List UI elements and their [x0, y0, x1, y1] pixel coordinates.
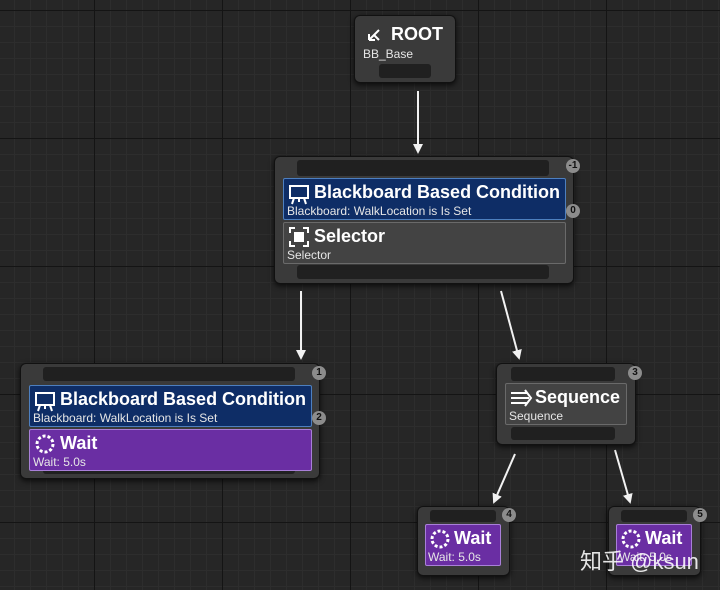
task-title: Wait: [60, 433, 98, 453]
root-node[interactable]: ROOT BB_Base: [354, 15, 456, 83]
decorator-title: Blackboard Based Condition: [60, 389, 307, 409]
wait-node-5-input-pin[interactable]: [621, 510, 687, 522]
root-title: ROOT: [391, 24, 443, 44]
wait-node-5-index-badge: 5: [693, 508, 707, 522]
sequence-node[interactable]: 3 Sequence Sequence: [496, 363, 642, 445]
sequence-input-pin[interactable]: [511, 367, 615, 381]
decorator-title: Blackboard Based Condition: [314, 182, 561, 202]
root-icon: [368, 29, 380, 41]
edge-sequence-wait-a: [492, 453, 516, 504]
task-wait-4[interactable]: Wait Wait: 5.0s: [425, 524, 501, 566]
selector-node[interactable]: -1 Blackboard Based Condition Blackboard…: [274, 156, 580, 284]
left-node-input-pin[interactable]: [43, 367, 295, 381]
root-output-pin[interactable]: [379, 64, 431, 78]
selector-node-index-badge: -1: [566, 159, 580, 173]
sequence-subtitle: Sequence: [509, 409, 564, 423]
wait-icon: [430, 529, 450, 549]
blackboard-icon: [289, 185, 309, 205]
decorator-index-badge: 0: [566, 204, 580, 218]
composite-selector[interactable]: Selector Selector: [283, 222, 566, 264]
watermark-text: 知乎 @ksun: [580, 549, 699, 574]
decorator-blackboard-condition-left[interactable]: Blackboard Based Condition Blackboard: W…: [29, 385, 312, 427]
decorator-subtitle: Blackboard: WalkLocation is Is Set: [287, 204, 472, 218]
left-node-index-badge: 1: [312, 366, 326, 380]
wait-node-4[interactable]: 4 Wait Wait: 5.0s: [417, 506, 516, 576]
task-wait-left[interactable]: Wait Wait: 5.0s: [29, 429, 312, 471]
wait-node-4-index-badge: 4: [502, 508, 516, 522]
task-subtitle: Wait: 5.0s: [33, 455, 86, 469]
task-title: Wait: [454, 528, 492, 548]
left-wait-node[interactable]: 1 Blackboard Based Condition Blackboard:…: [20, 363, 326, 479]
composite-sequence[interactable]: Sequence Sequence: [505, 383, 627, 425]
sequence-icon: [511, 389, 533, 407]
decorator-subtitle: Blackboard: WalkLocation is Is Set: [33, 411, 218, 425]
edge-selector-sequence: [500, 290, 522, 360]
selector-input-pin[interactable]: [297, 160, 549, 176]
connection-layer: [296, 91, 633, 504]
wait-icon: [35, 434, 55, 454]
left-decorator-index-badge: 2: [312, 411, 326, 425]
sequence-title: Sequence: [535, 387, 621, 407]
selector-icon: [289, 227, 309, 247]
selector-output-pin[interactable]: [297, 265, 549, 279]
sequence-index-badge: 3: [628, 366, 642, 380]
decorator-blackboard-condition[interactable]: Blackboard Based Condition Blackboard: W…: [283, 178, 566, 220]
blackboard-icon: [35, 392, 55, 412]
task-subtitle: Wait: 5.0s: [428, 550, 481, 564]
edge-sequence-wait-b: [614, 449, 633, 504]
root-subtitle: BB_Base: [363, 47, 414, 61]
sequence-output-pin[interactable]: [511, 427, 615, 440]
composite-title: Selector: [314, 226, 386, 246]
wait-node-4-input-pin[interactable]: [430, 510, 496, 522]
composite-subtitle: Selector: [287, 248, 332, 262]
